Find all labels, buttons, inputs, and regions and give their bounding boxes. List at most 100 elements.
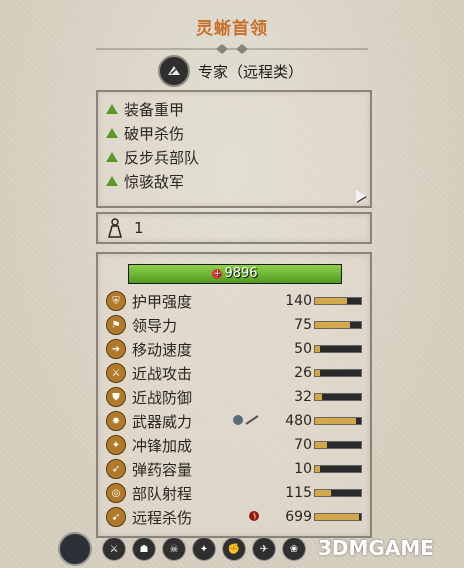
rank-value: 1 xyxy=(134,219,144,237)
stat-bar-fill xyxy=(315,514,359,520)
stat-row[interactable]: ✦ 冲锋加成 70 xyxy=(106,434,368,456)
leadership-icon: ⚑ xyxy=(106,315,126,335)
health-text: +9896 xyxy=(129,265,341,283)
attribute-icons: ⚔ ☗ ☠ ✦ ✊ ✈ ❀ xyxy=(102,537,312,561)
range-icon: ◎ xyxy=(106,483,126,503)
ability-label: 惊骇敌军 xyxy=(124,172,185,191)
stat-value: 480 xyxy=(285,413,312,429)
stat-bar xyxy=(314,465,362,473)
stat-row[interactable]: ✸ 武器威力 480 xyxy=(106,410,368,432)
stat-bar-fill xyxy=(315,322,350,328)
stat-row[interactable]: ⛊ 近战防御 32 xyxy=(106,386,368,408)
melee-attack-icon: ⚔ xyxy=(106,363,126,383)
rank-icon xyxy=(108,218,122,238)
missile-damage-icon: ➹ xyxy=(106,507,126,527)
attribute-icon[interactable]: ✊ xyxy=(222,537,246,561)
ability-marker-icon xyxy=(106,176,118,186)
stat-bar xyxy=(314,513,362,521)
stat-row[interactable]: ⚔ 近战攻击 26 xyxy=(106,362,368,384)
stat-label: 领导力 xyxy=(132,316,178,335)
stat-bar-fill xyxy=(315,346,320,352)
stat-bar xyxy=(314,489,362,497)
ability-marker-icon xyxy=(106,152,118,162)
stat-bar-fill xyxy=(315,466,320,472)
stat-bar xyxy=(314,441,362,449)
stat-bar xyxy=(314,417,362,425)
stat-label: 移动速度 xyxy=(132,340,193,359)
attribute-icon[interactable]: ❀ xyxy=(282,537,306,561)
stat-value: 50 xyxy=(294,341,312,357)
unit-type-row: 专家（远程类） xyxy=(158,55,304,87)
stat-bar-fill xyxy=(315,394,322,400)
stats-box: +9896 ⛨ 护甲强度 140 ⚑ 领导力 75 ➜ 移动速度 50 ⚔ 近战… xyxy=(96,252,372,538)
ability-label: 装备重甲 xyxy=(124,100,185,119)
stat-bar-fill xyxy=(315,490,332,496)
unit-type-label: 专家（远程类） xyxy=(198,62,304,81)
stat-value: 699 xyxy=(285,509,312,525)
armor-pierce-icon xyxy=(233,414,259,425)
attribute-icon[interactable]: ⚔ xyxy=(102,537,126,561)
attribute-icon[interactable]: ☠ xyxy=(162,537,186,561)
ranged-specialist-icon[interactable] xyxy=(158,55,190,87)
expand-arrow-icon[interactable] xyxy=(356,190,366,202)
stat-bar-fill xyxy=(315,418,357,424)
weapon-bonus-icons xyxy=(232,414,260,429)
stat-value: 70 xyxy=(294,437,312,453)
armor-icon: ⛨ xyxy=(106,291,126,311)
faction-emblem-icon[interactable] xyxy=(58,532,92,566)
ability-item[interactable]: 惊骇敌军 xyxy=(106,169,370,193)
ability-item[interactable]: 破甲杀伤 xyxy=(106,121,370,145)
stat-row[interactable]: ⚑ 领导力 75 xyxy=(106,314,368,336)
abilities-box: 装备重甲 破甲杀伤 反步兵部队 惊骇敌军 xyxy=(96,90,372,208)
melee-defense-icon: ⛊ xyxy=(106,387,126,407)
ability-marker-icon xyxy=(106,104,118,114)
stat-value: 140 xyxy=(285,293,312,309)
stat-label: 冲锋加成 xyxy=(132,436,193,455)
ability-label: 反步兵部队 xyxy=(124,148,200,167)
stat-row[interactable]: ➶ 弹药容量 10 xyxy=(106,458,368,480)
stat-bar xyxy=(314,393,362,401)
stat-bar xyxy=(314,369,362,377)
charge-bonus-icon: ✦ xyxy=(106,435,126,455)
stat-value: 75 xyxy=(294,317,312,333)
weapon-strength-icon: ✸ xyxy=(106,411,126,431)
stat-bar xyxy=(314,345,362,353)
title-ornament-divider xyxy=(96,44,368,54)
stat-bar-fill xyxy=(315,370,320,376)
stat-row[interactable]: ⛨ 护甲强度 140 xyxy=(106,290,368,312)
stat-label: 远程杀伤 xyxy=(132,508,193,527)
stat-label: 近战攻击 xyxy=(132,364,193,383)
fire-damage-icon xyxy=(248,510,260,525)
stat-row[interactable]: ➹ 远程杀伤 699 xyxy=(106,506,368,528)
stat-value: 115 xyxy=(285,485,312,501)
stat-label: 部队射程 xyxy=(132,484,193,503)
stat-bar-fill xyxy=(315,442,327,448)
ammo-icon: ➶ xyxy=(106,459,126,479)
unit-name-title: 灵蜥首领 xyxy=(196,19,268,39)
unit-card-panel: 灵蜥首领 专家（远程类） 装备重甲 破甲杀伤 反步兵部队 惊骇敌军 1 + 98… xyxy=(0,0,464,568)
stat-label: 武器威力 xyxy=(132,412,193,431)
ability-item[interactable]: 反步兵部队 xyxy=(106,145,370,169)
ability-marker-icon xyxy=(106,128,118,138)
rank-box: 1 xyxy=(96,212,372,244)
stat-row[interactable]: ◎ 部队射程 115 xyxy=(106,482,368,504)
stat-list: ⛨ 护甲强度 140 ⚑ 领导力 75 ➜ 移动速度 50 ⚔ 近战攻击 26 xyxy=(106,290,368,530)
stat-bar xyxy=(314,297,362,305)
ability-item[interactable]: 装备重甲 xyxy=(106,97,370,121)
health-bar: +9896 xyxy=(128,264,342,284)
attribute-icon[interactable]: ✦ xyxy=(192,537,216,561)
stat-bar xyxy=(314,321,362,329)
stat-value: 26 xyxy=(294,365,312,381)
speed-icon: ➜ xyxy=(106,339,126,359)
stat-row[interactable]: ➜ 移动速度 50 xyxy=(106,338,368,360)
watermark-text: 3DMGAME xyxy=(318,536,434,560)
stat-label: 弹药容量 xyxy=(132,460,193,479)
stat-bar-fill xyxy=(315,298,348,304)
attribute-icon[interactable]: ☗ xyxy=(132,537,156,561)
attribute-icon[interactable]: ✈ xyxy=(252,537,276,561)
stat-label: 近战防御 xyxy=(132,388,193,407)
stat-value: 10 xyxy=(294,461,312,477)
health-plus-icon: + xyxy=(212,268,223,279)
health-value: 9896 xyxy=(224,266,258,281)
ability-label: 破甲杀伤 xyxy=(124,124,185,143)
